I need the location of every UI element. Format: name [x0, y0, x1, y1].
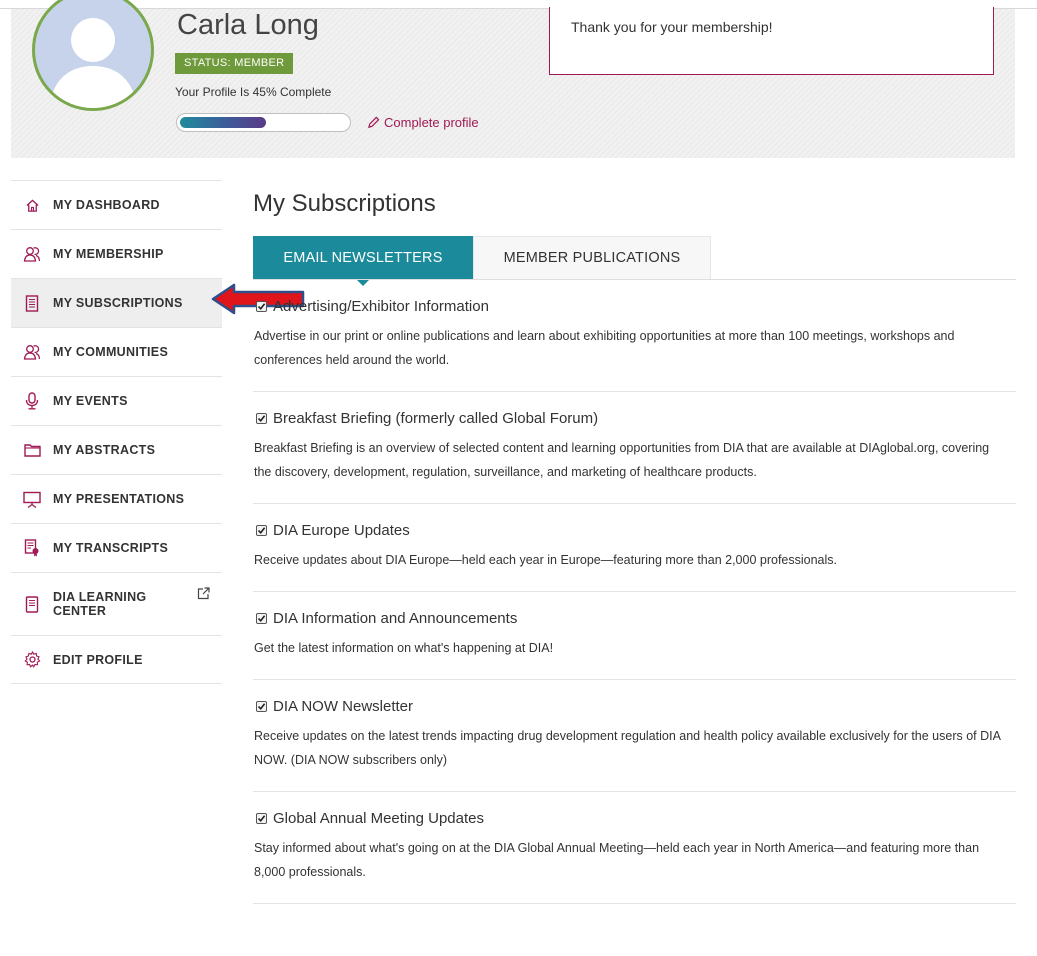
sidebar-item-label: MY DASHBOARD: [53, 198, 160, 212]
checkmark-icon: [257, 414, 266, 422]
sidebar-item-dashboard[interactable]: MY DASHBOARD: [11, 180, 222, 229]
tab-member-publications[interactable]: MEMBER PUBLICATIONS: [473, 236, 711, 279]
subscription-title: Global Annual Meeting Updates: [273, 809, 484, 827]
sidebar-item-communities[interactable]: MY COMMUNITIES: [11, 327, 222, 376]
thank-you-message: Thank you for your membership!: [571, 19, 773, 35]
sidebar-item-label: MY EVENTS: [53, 394, 128, 408]
list-item: Global Annual Meeting Updates Stay infor…: [253, 792, 1016, 904]
home-icon: [23, 196, 41, 214]
subscription-checkbox[interactable]: [256, 412, 267, 424]
sidebar-item-membership[interactable]: MY MEMBERSHIP: [11, 229, 222, 278]
profile-completion-text: Your Profile Is 45% Complete: [175, 85, 332, 99]
checkmark-icon: [257, 614, 266, 622]
presentation-icon: [23, 490, 41, 508]
profile-progress-bar: [176, 113, 351, 132]
subscription-description: Advertise in our print or online publica…: [254, 329, 955, 367]
sidebar-item-events[interactable]: MY EVENTS: [11, 376, 222, 425]
page: Carla Long STATUS: MEMBER Your Profile I…: [0, 0, 1037, 956]
complete-profile-link[interactable]: Complete profile: [367, 115, 479, 130]
sidebar-nav: MY DASHBOARD MY MEMBERSHIP MY SUBSCRIPTI…: [11, 180, 222, 684]
subscription-title: DIA NOW Newsletter: [273, 697, 414, 715]
sidebar-item-label: MY COMMUNITIES: [53, 345, 169, 359]
external-link-icon: [197, 587, 210, 605]
subscription-description: Breakfast Briefing is an overview of sel…: [254, 441, 990, 479]
sidebar-item-label: DIA LEARNING CENTER: [53, 590, 147, 618]
book-icon: [23, 595, 41, 613]
tab-label: MEMBER PUBLICATIONS: [503, 250, 681, 266]
checkmark-icon: [257, 702, 266, 710]
subscription-description: Get the latest information on what's hap…: [254, 641, 554, 655]
subscription-list: Advertising/Exhibitor Information Advert…: [253, 280, 1016, 904]
sidebar-item-label: MY SUBSCRIPTIONS: [53, 296, 183, 310]
person-icon: [49, 18, 137, 108]
transcript-icon: [23, 539, 41, 557]
profile-header: Carla Long STATUS: MEMBER Your Profile I…: [11, 0, 1015, 158]
list-item: Breakfast Briefing (formerly called Glob…: [253, 392, 1016, 504]
complete-profile-label: Complete profile: [384, 115, 479, 130]
status-badge: STATUS: MEMBER: [175, 53, 294, 74]
members-icon: [23, 245, 41, 263]
subscription-title: DIA Europe Updates: [273, 521, 410, 539]
microphone-icon: [23, 392, 41, 410]
sidebar-item-label: MY MEMBERSHIP: [53, 247, 164, 261]
profile-name: Carla Long: [177, 9, 319, 41]
subscription-checkbox[interactable]: [256, 700, 267, 712]
subscription-title: Advertising/Exhibitor Information: [273, 297, 489, 315]
subscription-description: Receive updates about DIA Europe—held ea…: [254, 553, 838, 567]
sidebar-item-subscriptions[interactable]: MY SUBSCRIPTIONS: [11, 278, 222, 327]
sidebar-item-abstracts[interactable]: MY ABSTRACTS: [11, 425, 222, 474]
sidebar-item-label: EDIT PROFILE: [53, 652, 143, 667]
list-item: Advertising/Exhibitor Information Advert…: [253, 280, 1016, 392]
avatar[interactable]: [32, 0, 154, 111]
subscription-checkbox[interactable]: [256, 812, 267, 824]
subscription-description: Stay informed about what's going on at t…: [254, 841, 980, 879]
folder-icon: [23, 441, 41, 459]
sidebar-item-label: MY PRESENTATIONS: [53, 492, 185, 506]
gear-icon: [23, 651, 41, 669]
sidebar-item-label: MY TRANSCRIPTS: [53, 541, 169, 555]
sidebar-item-presentations[interactable]: MY PRESENTATIONS: [11, 474, 222, 523]
checkmark-icon: [257, 526, 266, 534]
subscription-description: Receive updates on the latest trends imp…: [254, 729, 1001, 767]
subscription-title: DIA Information and Announcements: [273, 609, 518, 627]
sidebar-item-learning-center[interactable]: DIA LEARNING CENTER: [11, 572, 222, 635]
sidebar-item-edit-profile[interactable]: EDIT PROFILE: [11, 635, 222, 684]
thank-you-panel: Thank you for your membership!: [549, 7, 994, 75]
tab-email-newsletters[interactable]: EMAIL NEWSLETTERS: [253, 236, 473, 286]
subscription-checkbox[interactable]: [256, 524, 267, 536]
sidebar-item-label: MY ABSTRACTS: [53, 443, 156, 457]
list-item: DIA Europe Updates Receive updates about…: [253, 504, 1016, 592]
checkmark-icon: [257, 302, 266, 310]
subscription-checkbox[interactable]: [256, 300, 267, 312]
list-item: DIA NOW Newsletter Receive updates on th…: [253, 680, 1016, 792]
page-title: My Subscriptions: [253, 190, 436, 217]
subscription-title: Breakfast Briefing (formerly called Glob…: [273, 409, 599, 427]
members-icon: [23, 343, 41, 361]
subscription-checkbox[interactable]: [256, 612, 267, 624]
profile-progress-fill: [180, 117, 266, 128]
sidebar-item-transcripts[interactable]: MY TRANSCRIPTS: [11, 523, 222, 572]
list-item: DIA Information and Announcements Get th…: [253, 592, 1016, 680]
tab-label: EMAIL NEWSLETTERS: [283, 249, 443, 266]
document-icon: [23, 294, 41, 312]
checkmark-icon: [257, 814, 266, 822]
pencil-icon: [367, 116, 380, 129]
